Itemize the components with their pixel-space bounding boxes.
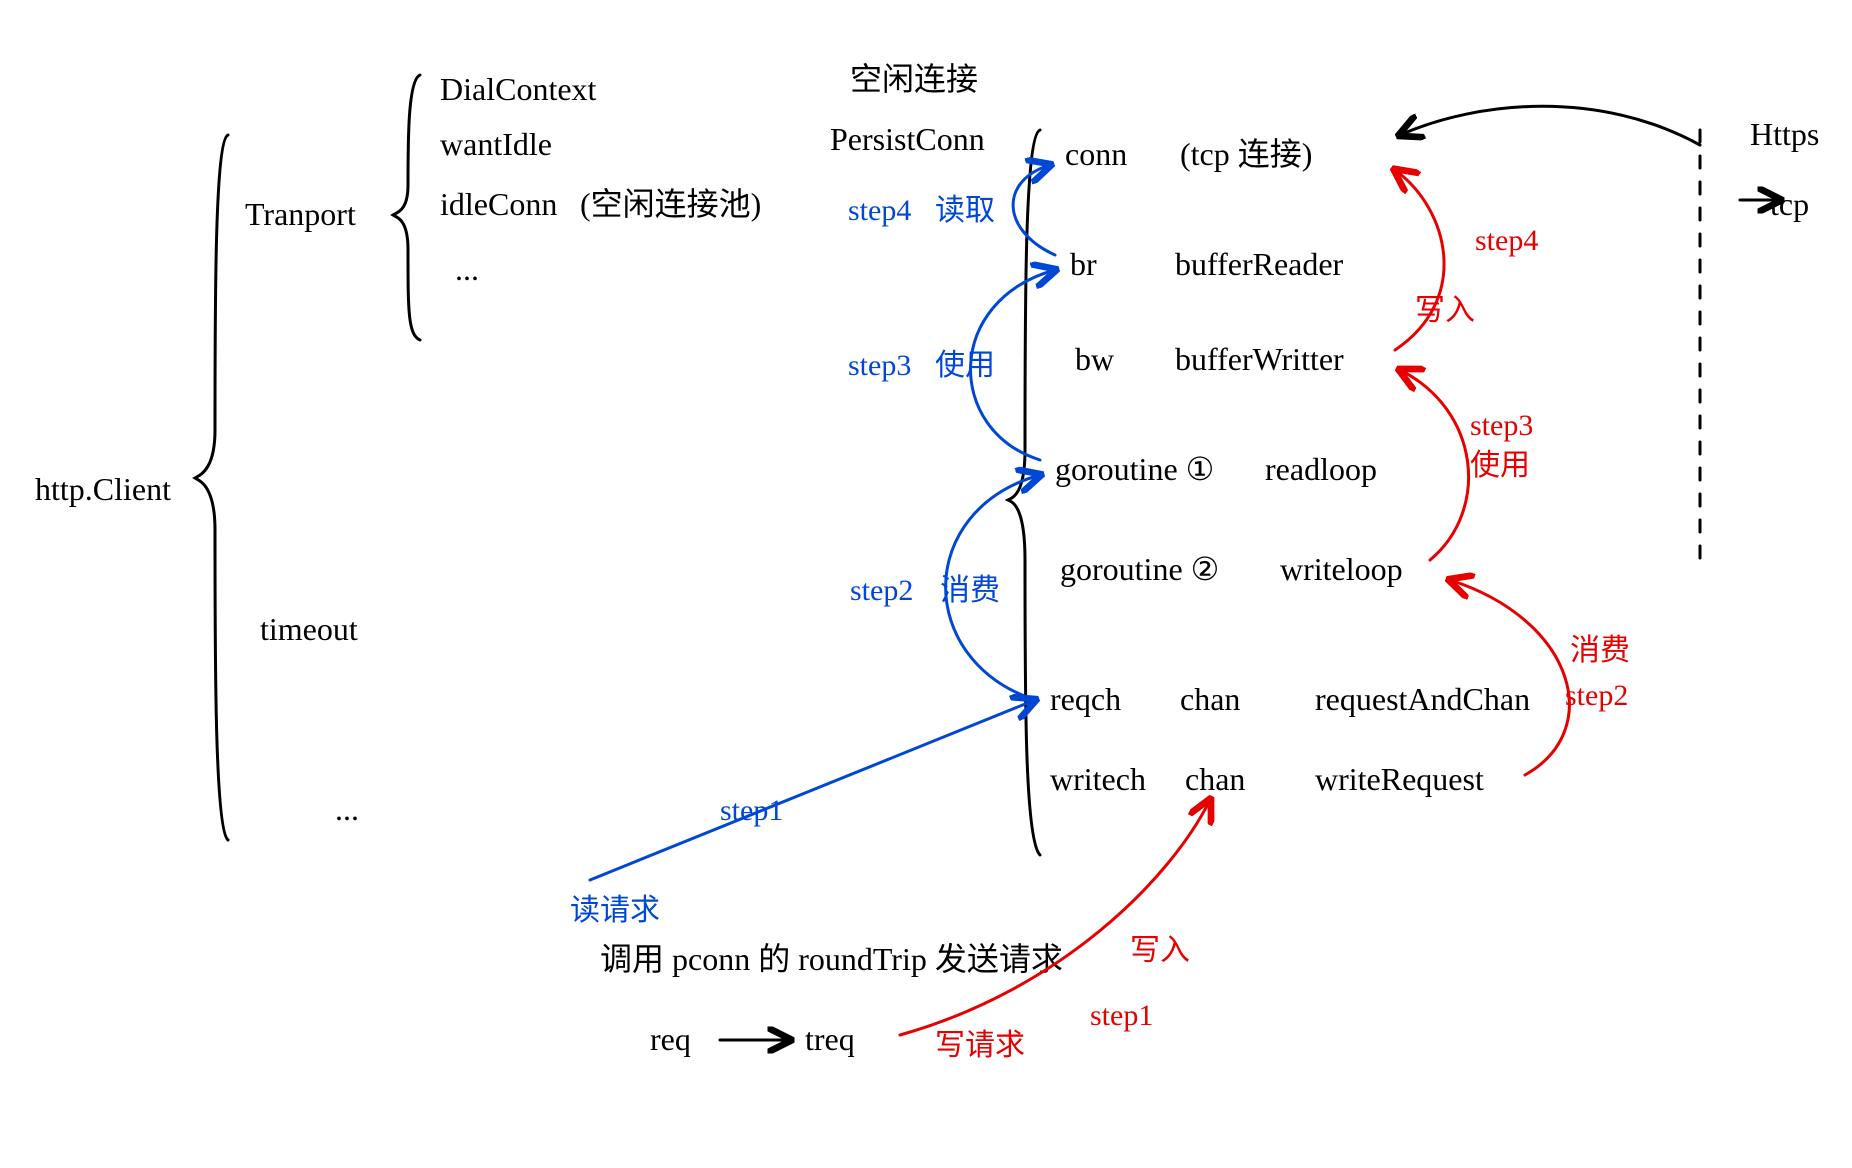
bw-type: bufferWritter [1175,341,1344,377]
writech-mid: chan [1185,761,1245,797]
tcp-label: tcp [1770,186,1809,222]
blue-step2-note: 消费 [940,574,1000,607]
red-step4-note: 写入 [1415,294,1475,327]
red-step1-note: 写请求 [935,1029,1025,1062]
readloop-name: goroutine ① [1055,451,1214,487]
writech-name: writech [1050,761,1146,797]
reqch-type: requestAndChan [1315,681,1530,717]
transport-wantidle: wantIdle [440,126,552,162]
red-step3-note: 使用 [1470,449,1530,482]
reqch-name: reqch [1050,681,1121,717]
br-name: br [1070,246,1097,282]
bottom-desc: 调用 pconn 的 roundTrip 发送请求 [600,941,1063,977]
timeout-label: timeout [260,611,358,647]
transport-more: ... [455,251,479,287]
transport-idleconn-note: (空闲连接池) [580,186,761,222]
bottom-treq: treq [805,1021,855,1057]
blue-step4-note: 读取 [935,194,995,227]
red-step2-label: step2 [1565,679,1628,712]
blue-step1-note: 读请求 [570,894,660,927]
root-label: http.Client [35,471,171,507]
red-step2-note: 消费 [1570,634,1630,667]
red-step1-action: 写入 [1130,934,1190,967]
br-type: bufferReader [1175,246,1344,282]
bottom-req: req [650,1021,691,1057]
transport-label: Tranport [245,196,356,232]
transport-idleconn: idleConn [440,186,557,222]
persistconn-label: PersistConn [830,121,985,157]
blue-step4-label: step4 [848,194,911,227]
writeloop-type: writeloop [1280,551,1403,587]
red-step4-label: step4 [1475,224,1538,257]
readloop-type: readloop [1265,451,1377,487]
bw-name: bw [1075,341,1114,377]
writech-type: writeRequest [1315,761,1484,797]
conn-name: conn [1065,136,1127,172]
transport-dialcontext: DialContext [440,71,597,107]
blue-step3-note: 使用 [935,349,995,382]
persistconn-header: 空闲连接 [850,61,978,97]
timeout-more: ... [335,791,359,827]
writeloop-name: goroutine ② [1060,551,1219,587]
https-label: Https [1750,116,1819,152]
red-step1-label: step1 [1090,999,1153,1032]
blue-step1-label: step1 [720,794,783,827]
blue-step2-label: step2 [850,574,913,607]
blue-step3-label: step3 [848,349,911,382]
conn-note: (tcp 连接) [1180,136,1312,172]
red-step3-label: step3 [1470,409,1533,442]
reqch-mid: chan [1180,681,1240,717]
